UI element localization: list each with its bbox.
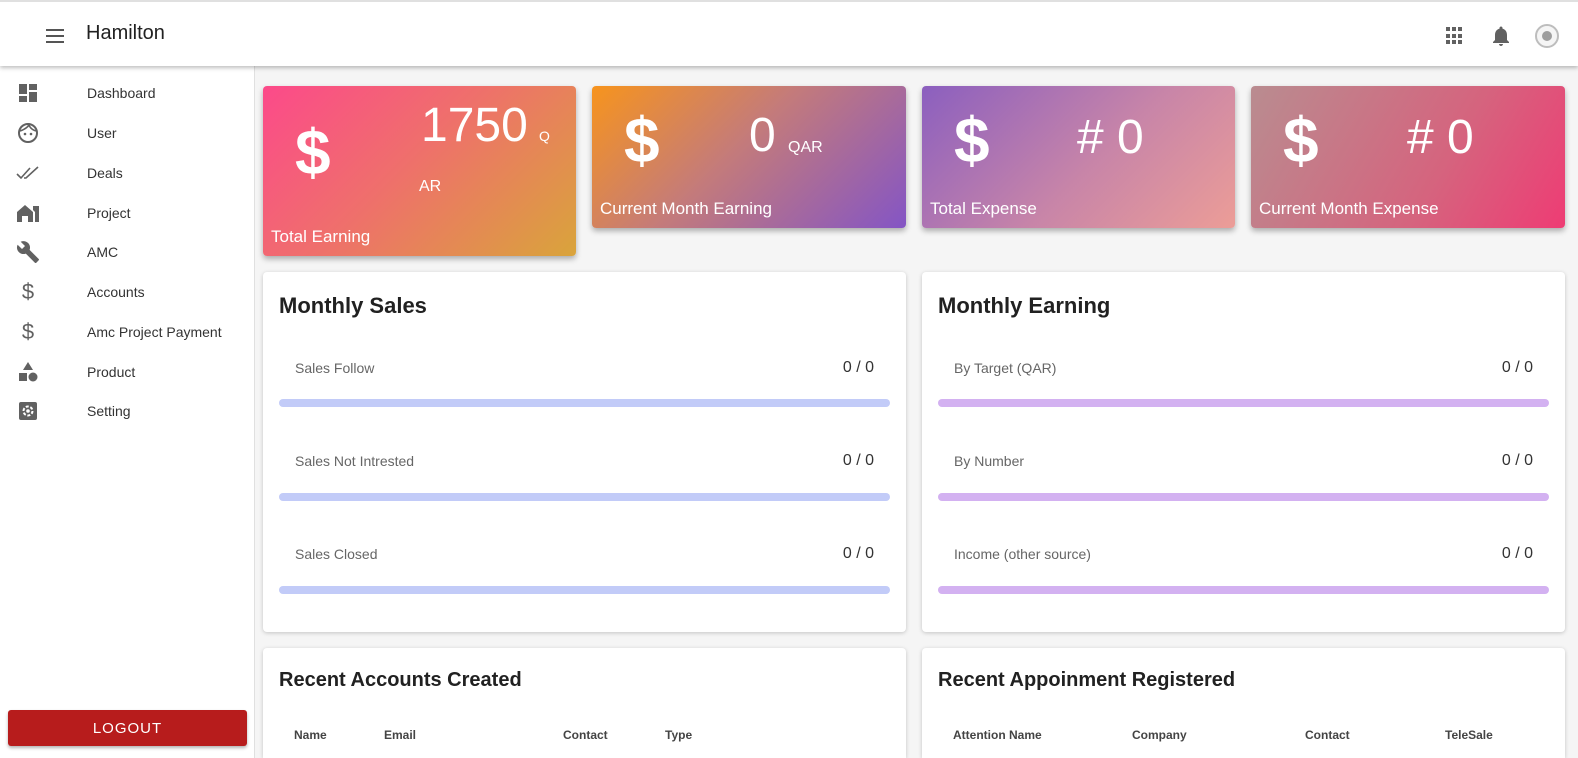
sidebar-item-setting[interactable]: Setting [0, 391, 254, 431]
sidebar-item-dashboard[interactable]: Dashboard [0, 73, 254, 113]
sidebar-item-user[interactable]: User [0, 113, 254, 153]
sidebar-item-amc-project-payment[interactable]: $ Amc Project Payment [0, 312, 254, 352]
menu-icon[interactable] [44, 24, 68, 48]
sidebar-item-label: Accounts [87, 284, 145, 300]
panel-title: Monthly Earning [938, 293, 1111, 318]
sidebar-item-label: User [87, 125, 117, 141]
user-avatar[interactable] [1535, 24, 1559, 48]
top-app-bar: Hamilton [0, 0, 1578, 66]
panel-title: Recent Accounts Created [279, 669, 522, 691]
by-number-progress-bar [938, 493, 1549, 501]
monthly-sales-panel: Monthly Sales Sales Follow 0 / 0 Sales N… [263, 272, 906, 632]
income-other-source-progress-bar [938, 586, 1549, 594]
sales-follow-value: 0 / 0 [842, 359, 874, 376]
income-other-source-value: 0 / 0 [1501, 545, 1533, 562]
dollar-icon: $ [1283, 104, 1319, 176]
stat-value: 1750 [421, 99, 528, 152]
table-header-company: Company [1132, 728, 1187, 742]
stat-caption: Total Earning [271, 227, 371, 246]
sidebar-item-project[interactable]: Project [0, 193, 254, 233]
sidebar-item-product[interactable]: Product [0, 352, 254, 392]
sidebar-item-label: Amc Project Payment [87, 324, 222, 340]
sidebar-item-label: Project [87, 205, 131, 221]
sales-follow-label: Sales Follow [295, 360, 375, 376]
income-other-source-label: Income (other source) [954, 546, 1091, 562]
sidebar-item-label: Product [87, 364, 136, 380]
sidebar-item-deals[interactable]: Deals [0, 153, 254, 193]
app-title: Hamilton [86, 22, 165, 44]
sidebar-item-label: AMC [87, 244, 119, 260]
by-number-value: 0 / 0 [1501, 452, 1533, 469]
dollar-icon: $ [21, 319, 35, 344]
by-target-progress-bar [938, 399, 1549, 407]
dollar-icon: $ [295, 116, 331, 188]
sidebar-item-amc[interactable]: AMC [0, 232, 254, 272]
stat-value: # 0 [1077, 111, 1144, 164]
stat-card-total-earning: $ 1750 Q AR Total Earning [263, 86, 576, 256]
monthly-earning-panel: Monthly Earning By Target (QAR) 0 / 0 By… [922, 272, 1565, 632]
house-icon [16, 201, 40, 225]
table-header-contact: Contact [1305, 728, 1350, 742]
sales-closed-value: 0 / 0 [842, 545, 874, 562]
dollar-icon: $ [624, 104, 660, 176]
sales-closed-progress-bar [279, 586, 890, 594]
stat-value: 0 [749, 109, 776, 162]
sidebar-item-label: Deals [87, 165, 123, 181]
sidebar-item-label: Setting [87, 403, 131, 419]
table-header-name: Name [294, 728, 327, 742]
stat-caption: Current Month Earning [600, 199, 772, 218]
panel-title: Recent Appoinment Registered [938, 669, 1236, 691]
sales-not-intrested-progress-bar [279, 493, 890, 501]
sidebar-item-label: Dashboard [87, 85, 156, 101]
by-target-label: By Target (QAR) [954, 360, 1057, 376]
apps-grid-icon[interactable] [1443, 24, 1467, 48]
table-header-contact: Contact [563, 728, 608, 742]
sidebar: Dashboard User Deals Project AMC $ Accou… [0, 66, 255, 758]
table-header-attention-name: Attention Name [953, 728, 1042, 742]
stat-unit: QAR [788, 139, 823, 156]
panel-title: Monthly Sales [279, 293, 427, 318]
face-icon [16, 121, 40, 145]
stat-card-current-month-expense: $ # 0 Current Month Expense [1251, 86, 1565, 228]
dollar-icon: $ [21, 279, 35, 304]
stat-unit: Q [539, 128, 550, 144]
stat-caption: Total Expense [930, 199, 1037, 218]
gear-icon [16, 399, 40, 423]
dashboard-icon [16, 81, 40, 105]
bell-icon[interactable] [1489, 24, 1513, 48]
recent-appointments-panel: Recent Appoinment Registered Attention N… [922, 648, 1565, 758]
sales-follow-progress-bar [279, 399, 890, 407]
dollar-icon: $ [954, 104, 990, 176]
sales-closed-label: Sales Closed [295, 546, 378, 562]
shapes-icon [16, 360, 40, 384]
by-target-value: 0 / 0 [1501, 359, 1533, 376]
stat-card-total-expense: $ # 0 Total Expense [922, 86, 1235, 228]
stat-card-current-month-earning: $ 0 QAR Current Month Earning [592, 86, 906, 228]
sales-not-intrested-value: 0 / 0 [842, 452, 874, 469]
table-header-type: Type [665, 728, 693, 742]
wrench-icon [16, 240, 40, 264]
logout-button[interactable]: LOGOUT [8, 710, 247, 746]
sidebar-item-accounts[interactable]: $ Accounts [0, 272, 254, 312]
stat-value: # 0 [1407, 111, 1474, 164]
sales-not-intrested-label: Sales Not Intrested [295, 453, 415, 469]
by-number-label: By Number [954, 453, 1025, 469]
stat-caption: Current Month Expense [1259, 199, 1439, 218]
table-header-telesale: TeleSale [1445, 728, 1493, 742]
stat-unit: AR [419, 178, 442, 195]
double-check-icon [16, 161, 40, 185]
table-header-email: Email [384, 728, 417, 742]
recent-accounts-panel: Recent Accounts Created Name Email Conta… [263, 648, 906, 758]
